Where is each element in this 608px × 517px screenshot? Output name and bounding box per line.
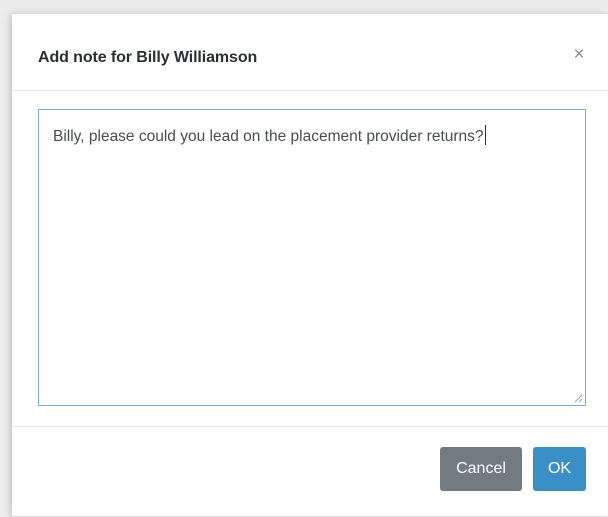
cancel-button[interactable]: Cancel	[440, 447, 522, 491]
note-text: Billy, please could you lead on the plac…	[53, 128, 484, 145]
note-text-wrapper: Billy, please could you lead on the plac…	[53, 125, 486, 146]
dialog-footer: Cancel OK	[12, 426, 608, 517]
dialog-title: Add note for Billy Williamson	[38, 49, 258, 66]
text-cursor	[484, 125, 486, 145]
ok-button[interactable]: OK	[533, 447, 586, 491]
resize-handle-icon[interactable]	[573, 393, 583, 403]
add-note-dialog: Add note for Billy Williamson × Billy, p…	[12, 14, 608, 516]
dialog-header: Add note for Billy Williamson ×	[12, 14, 608, 91]
note-textarea[interactable]: Billy, please could you lead on the plac…	[38, 109, 586, 406]
close-icon[interactable]: ×	[570, 45, 588, 65]
